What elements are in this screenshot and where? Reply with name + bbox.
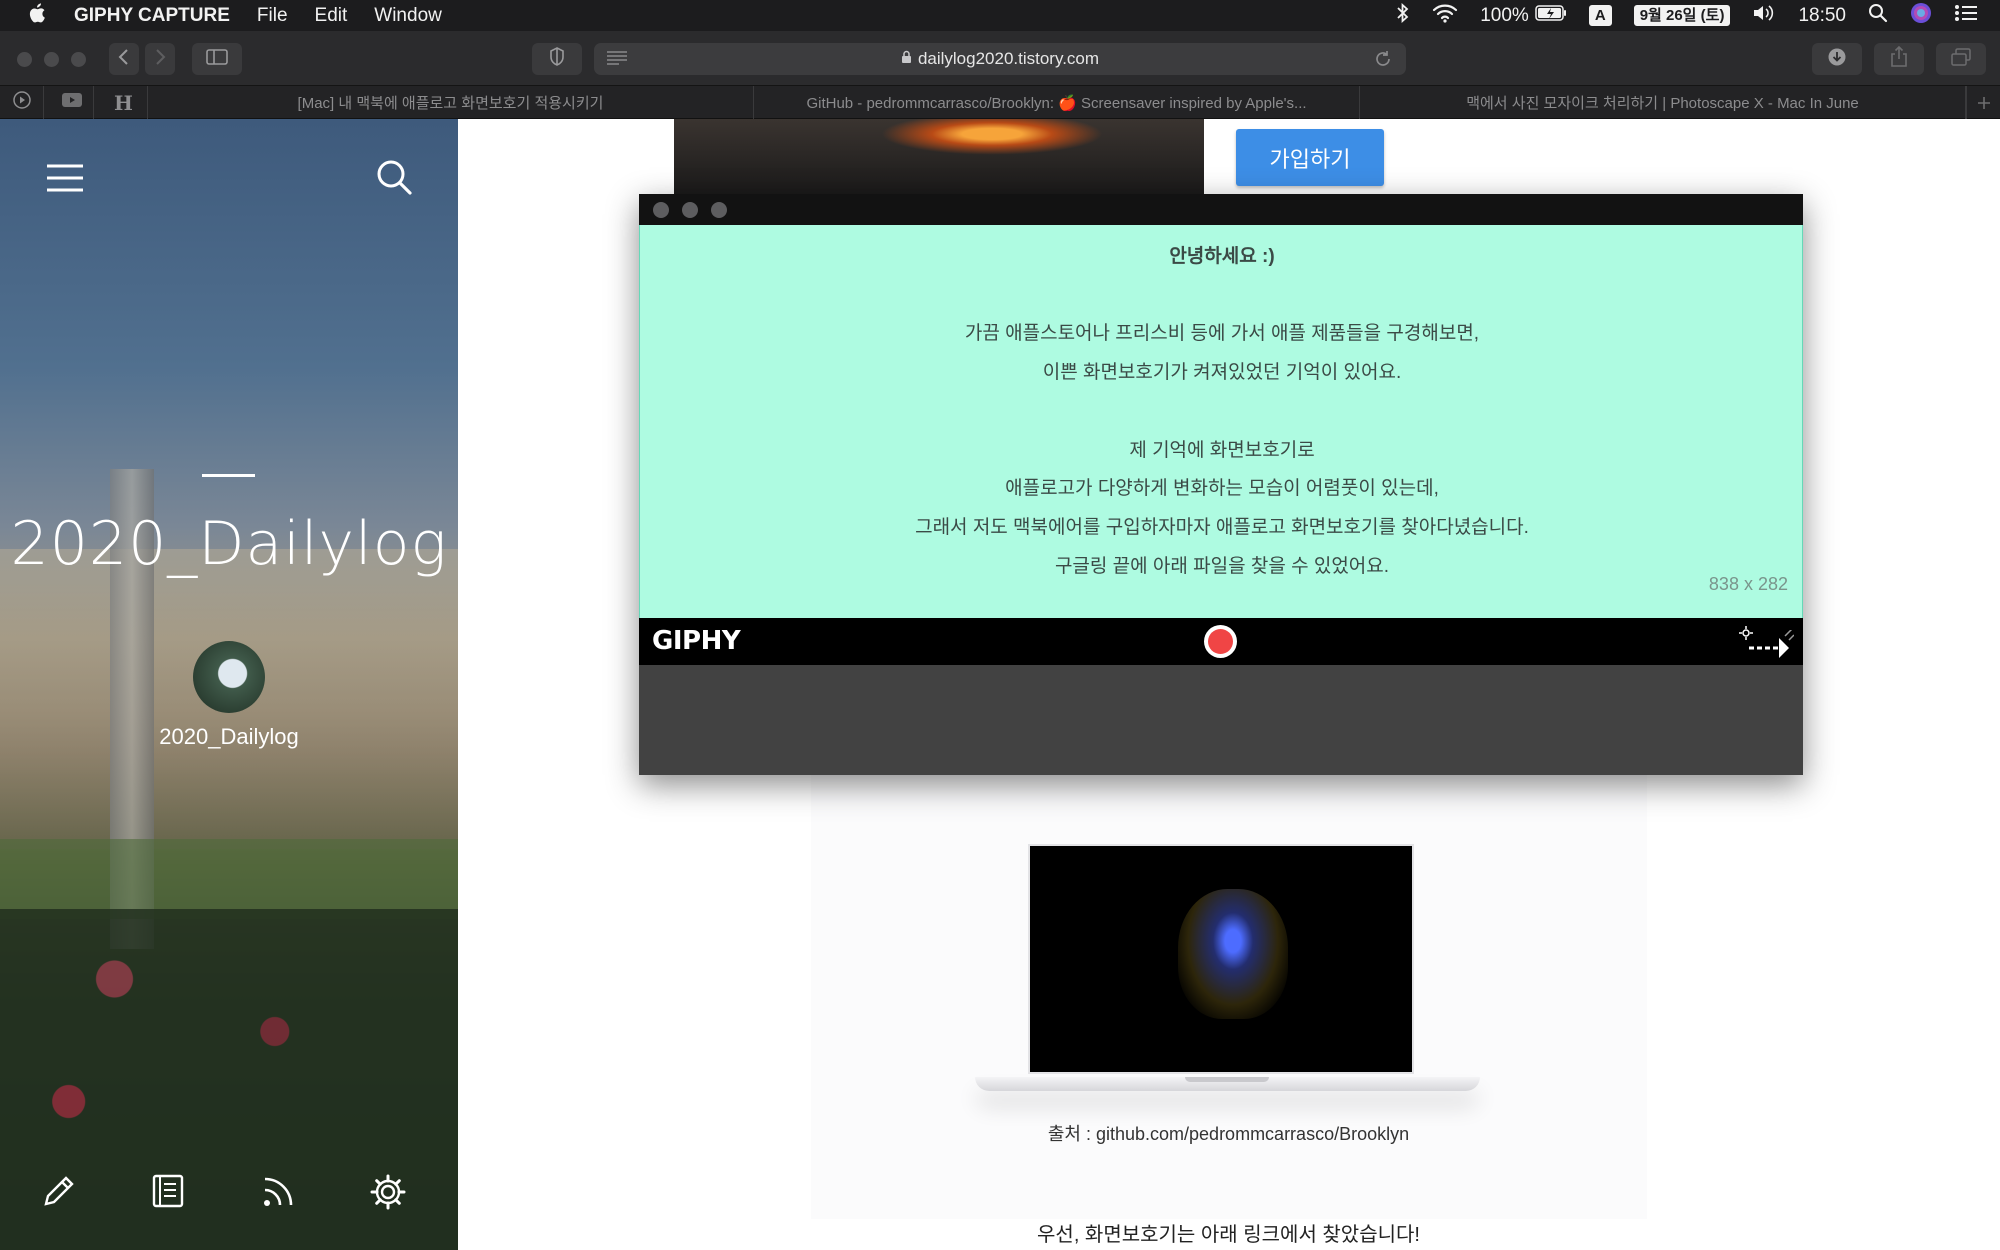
zoom-window-button[interactable]	[71, 52, 86, 67]
search-icon[interactable]	[376, 159, 412, 200]
new-tab-button[interactable]	[1966, 86, 2000, 119]
blog-sidebar: 2020_Dailylog 2020_Dailylog	[0, 119, 458, 1250]
image-caption: 출처 : github.com/pedrommcarrasco/Brooklyn	[1047, 1124, 1410, 1144]
url-text: dailylog2020.tistory.com	[917, 49, 1100, 68]
browser-toolbar: dailylog2020.tistory.com	[0, 31, 2000, 86]
giphy-control-bar: GIPHY	[639, 618, 1803, 665]
reader-view-icon[interactable]	[606, 50, 628, 71]
battery-icon	[1535, 4, 1567, 27]
address-bar[interactable]: dailylog2020.tistory.com	[594, 43, 1406, 75]
capture-size-label: 838 x 282	[1708, 574, 1788, 594]
gear-icon[interactable]	[370, 1174, 406, 1215]
privacy-report-button[interactable]	[532, 43, 582, 75]
menu-edit[interactable]: Edit	[315, 5, 348, 27]
body-line-1: 가끔 애플스토어나 프리스비 등에 가서 애플 제품들을 구경해보면,	[964, 323, 1480, 344]
reload-icon[interactable]	[1374, 50, 1392, 73]
giphy-close-button[interactable]	[653, 202, 669, 218]
giphy-minimize-button[interactable]	[682, 202, 698, 218]
spotlight-search-icon[interactable]	[1868, 3, 1888, 29]
menu-window[interactable]: Window	[374, 5, 442, 27]
body-line-5: 그래서 저도 맥북에어를 구입하자마자 애플로고 화면보호기를 찾아다녔습니다.	[915, 517, 1529, 538]
volume-icon[interactable]	[1752, 4, 1776, 28]
wifi-icon[interactable]	[1432, 3, 1458, 29]
tab-photoscape[interactable]: 맥에서 사진 모자이크 처리하기 | Photoscape X - Mac In…	[1360, 86, 1966, 119]
share-button[interactable]	[1874, 43, 1924, 75]
bluetooth-icon[interactable]	[1396, 2, 1410, 29]
blog-nickname: 2020_Dailylog	[159, 724, 299, 749]
battery-percent: 100%	[1480, 4, 1529, 26]
input-source[interactable]: A	[1588, 5, 1612, 26]
giphy-dimmed-region	[639, 665, 1803, 775]
fire-photo	[674, 119, 1204, 194]
tab-bar: H [Mac] 내 맥북에 애플로고 화면보호기 적용시키기 GitHub - …	[0, 86, 2000, 119]
clock[interactable]: 18:50	[1798, 5, 1846, 27]
sidebar-toggle-button[interactable]	[192, 43, 242, 75]
resize-handle-icon[interactable]	[1749, 628, 1795, 660]
pinned-tab-3[interactable]: H	[100, 86, 148, 119]
rss-icon[interactable]	[262, 1174, 296, 1213]
record-button[interactable]	[1204, 625, 1237, 658]
title-divider	[202, 474, 255, 477]
avatar[interactable]	[193, 641, 265, 713]
record-icon	[1208, 629, 1233, 654]
capture-area[interactable]: 안녕하세요 :) 가끔 애플스토어나 프리스비 등에 가서 애플 제품들을 구경…	[639, 225, 1803, 618]
share-icon	[1890, 45, 1908, 73]
join-button[interactable]: 가입하기	[1236, 129, 1384, 186]
tab-tistory[interactable]: [Mac] 내 맥북에 애플로고 화면보호기 적용시키기	[148, 86, 754, 119]
background-photo-lawn	[0, 839, 458, 919]
tab-github[interactable]: GitHub - pedrommcarrasco/Brooklyn: 🍎 Scr…	[754, 86, 1360, 119]
siri-icon[interactable]	[1910, 2, 1932, 30]
pinned-tab-1[interactable]	[0, 86, 44, 119]
minimize-window-button[interactable]	[44, 52, 59, 67]
body-line-2: 이쁜 화면보호기가 켜져있었던 기억이 있어요.	[1042, 362, 1402, 383]
shield-icon	[549, 46, 565, 72]
back-button[interactable]	[109, 43, 139, 75]
chevron-left-icon	[118, 48, 130, 71]
giphy-logo: GIPHY	[652, 626, 741, 656]
giphy-capture-window[interactable]: 안녕하세요 :) 가끔 애플스토어나 프리스비 등에 가서 애플 제품들을 구경…	[639, 194, 1803, 775]
play-circle-icon	[12, 91, 31, 114]
body-line-6: 구글링 끝에 아래 파일을 찾을 수 있었어요.	[1054, 556, 1390, 577]
date-display[interactable]: 9월 26일 (토)	[1633, 5, 1731, 26]
guestbook-icon[interactable]	[152, 1174, 184, 1213]
app-menu[interactable]: GIPHY CAPTURE	[74, 5, 230, 27]
notification-center-icon[interactable]	[1954, 4, 1978, 28]
greeting-text: 안녕하세요 :)	[1169, 246, 1275, 267]
tab-overview-button[interactable]	[1936, 43, 1986, 75]
sidebar-icon	[206, 48, 228, 70]
body-text: 우선, 화면보호기는 아래 링크에서 찾았습니다!	[1037, 1224, 1420, 1246]
body-line-4: 애플로고가 다양하게 변화하는 모습이 어렴풋이 있는데,	[1005, 478, 1439, 499]
battery-status[interactable]: 100%	[1480, 5, 1567, 27]
apple-menu-icon[interactable]	[26, 2, 50, 30]
hamburger-menu-icon[interactable]	[46, 163, 84, 198]
youtube-icon	[61, 93, 82, 112]
tabs-icon	[1951, 47, 1971, 71]
download-icon	[1827, 47, 1847, 72]
menu-bar: GIPHY CAPTURE File Edit Window 100% A 9월…	[0, 0, 2000, 31]
forward-button[interactable]	[145, 43, 175, 75]
pencil-icon[interactable]	[42, 1174, 76, 1213]
giphy-zoom-button[interactable]	[711, 202, 727, 218]
downloads-button[interactable]	[1812, 43, 1862, 75]
plus-icon	[1977, 90, 1991, 116]
chevron-right-icon	[154, 48, 166, 71]
menu-file[interactable]: File	[257, 5, 288, 27]
giphy-titlebar[interactable]	[639, 194, 1803, 225]
blog-title[interactable]: 2020_Dailylog	[0, 509, 458, 579]
lock-icon	[901, 49, 912, 69]
apple-logo-screensaver	[1178, 889, 1288, 1019]
body-line-3: 제 기억에 화면보호기로	[1129, 440, 1315, 461]
close-window-button[interactable]	[17, 52, 32, 67]
pinned-tab-2[interactable]	[50, 86, 94, 119]
laptop-notch	[1185, 1077, 1269, 1082]
